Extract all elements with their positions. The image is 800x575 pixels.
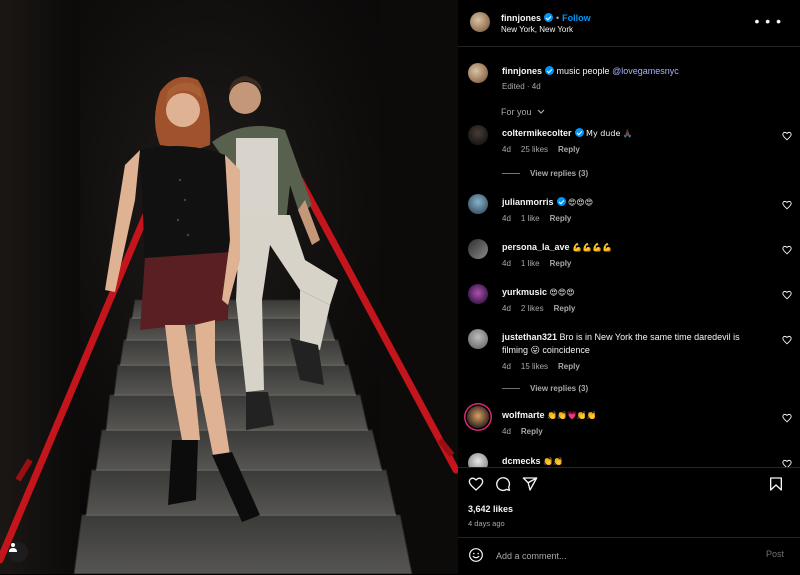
commenter-username[interactable]: yurkmusic [502, 287, 547, 297]
separator-dot: • [556, 13, 560, 23]
comment-time: 4d [502, 304, 511, 313]
comment-time: 4d [502, 214, 511, 223]
caption-meta: Edited · 4d [502, 82, 541, 91]
commenter-username[interactable]: justethan321 [502, 332, 557, 342]
comment-text: 😍😍😍 [549, 288, 575, 297]
comment-likes[interactable]: 15 likes [521, 362, 548, 371]
author-username[interactable]: finnjones [501, 13, 541, 23]
verified-badge-icon [545, 66, 554, 75]
comment-likes[interactable]: 1 like [521, 214, 540, 223]
post-header: finnjones • Follow New York, New York • • … [458, 0, 800, 47]
post-location[interactable]: New York, New York [501, 24, 591, 36]
comment-time: 4d [502, 427, 511, 436]
comment-item: julianmorris 😍😍😍 4d 1 like Reply [466, 194, 796, 230]
comment-like-heart-icon[interactable] [782, 131, 792, 141]
sort-label: For you [501, 107, 532, 117]
comments-section[interactable]: finnjones music people @lovegamesnyc Edi… [458, 47, 800, 467]
post-actions: 3,642 likes 4 days ago [458, 467, 800, 538]
comment-item: coltermikecolter My dude 🙏🏿 4d 25 likes Re… [466, 125, 796, 165]
caption-mention[interactable]: @lovegamesnyc [612, 66, 679, 76]
instagram-post-modal: finnjones • Follow New York, New York • • … [0, 0, 800, 574]
comment-likes[interactable]: 2 likes [521, 304, 544, 313]
add-comment-bar: Post [458, 537, 800, 575]
commenter-username[interactable]: julianmorris [502, 197, 554, 207]
bookmark-icon[interactable] [768, 476, 784, 492]
more-options-icon[interactable]: • • • [755, 14, 782, 28]
reply-button[interactable]: Reply [558, 145, 580, 154]
commenter-username[interactable]: coltermikecolter [502, 128, 572, 138]
comment-likes[interactable]: 1 like [521, 259, 540, 268]
comment-text: 👏👏💗👏👏 [547, 411, 597, 420]
reply-button[interactable]: Reply [521, 427, 543, 436]
verified-badge-icon [556, 197, 566, 206]
view-replies-button[interactable]: View replies (3) [502, 169, 588, 178]
reply-button[interactable]: Reply [550, 259, 572, 268]
post-comment-button[interactable]: Post [766, 549, 784, 559]
post-photo [0, 0, 458, 574]
verified-badge-icon [544, 13, 553, 22]
comment-icon[interactable] [495, 476, 511, 492]
comment-time: 4d [502, 259, 511, 268]
reply-button[interactable]: Reply [550, 214, 572, 223]
comment-like-heart-icon[interactable] [782, 459, 792, 467]
comment-like-heart-icon[interactable] [782, 200, 792, 210]
heart-icon[interactable] [468, 476, 484, 492]
comment-text: 👏👏 [543, 457, 563, 466]
commenter-username[interactable]: dcmecks [502, 456, 541, 466]
emoji-icon[interactable] [468, 547, 484, 563]
commenter-avatar[interactable] [468, 284, 488, 304]
post-time[interactable]: 4 days ago [468, 519, 505, 528]
commenter-avatar[interactable] [468, 329, 488, 349]
user-tag-icon [9, 543, 17, 552]
caption-username[interactable]: finnjones [502, 66, 542, 76]
comment-time: 4d [502, 362, 511, 371]
verified-badge-icon [574, 128, 584, 137]
commenter-username[interactable]: wolfmarte [502, 410, 545, 420]
chevron-down-icon [537, 109, 545, 114]
comment-text: 😍😍😍 [568, 198, 594, 207]
commenter-username[interactable]: persona_la_ave [502, 242, 570, 252]
post-photo-illustration [0, 0, 458, 574]
commenter-avatar[interactable] [468, 453, 488, 467]
comment-item: justethan321 Bro is in New York the same… [466, 329, 796, 379]
comment-item: persona_la_ave 💪💪💪💪 4d 1 like Reply [466, 239, 796, 275]
commenter-avatar-story-ring[interactable] [467, 406, 489, 428]
comment-item: wolfmarte 👏👏💗👏👏 4d Reply [466, 406, 796, 443]
reply-button[interactable]: Reply [558, 362, 580, 371]
add-comment-input[interactable] [494, 547, 748, 565]
view-replies-button[interactable]: View replies (3) [502, 384, 588, 393]
comment-item: dcmecks 👏👏 [466, 453, 796, 467]
caption-avatar[interactable] [468, 63, 488, 83]
commenter-avatar[interactable] [468, 194, 488, 214]
comment-likes[interactable]: 25 likes [521, 145, 548, 154]
comment-text: My dude 🙏🏿 [586, 129, 633, 138]
reply-button[interactable]: Reply [554, 304, 576, 313]
post-side-panel: finnjones • Follow New York, New York • • … [458, 0, 800, 574]
post-header-info: finnjones • Follow New York, New York [501, 12, 591, 36]
comment-item: yurkmusic 😍😍😍 4d 2 likes Reply [466, 284, 796, 320]
commenter-avatar[interactable] [468, 125, 488, 145]
user-tag-button[interactable] [8, 542, 28, 562]
caption-text: music people [556, 66, 610, 76]
comment-time: 4d [502, 145, 511, 154]
commenter-avatar[interactable] [468, 239, 488, 259]
follow-button[interactable]: Follow [562, 13, 591, 23]
comment-like-heart-icon[interactable] [782, 335, 792, 345]
comment-text: 💪💪💪💪 [572, 243, 612, 252]
comment-like-heart-icon[interactable] [782, 290, 792, 300]
comment-like-heart-icon[interactable] [782, 413, 792, 423]
comment-sort-dropdown[interactable]: For you [501, 107, 545, 117]
share-icon[interactable] [522, 476, 538, 492]
likes-count[interactable]: 3,642 likes [468, 504, 513, 514]
author-avatar[interactable] [470, 12, 490, 32]
comment-like-heart-icon[interactable] [782, 245, 792, 255]
